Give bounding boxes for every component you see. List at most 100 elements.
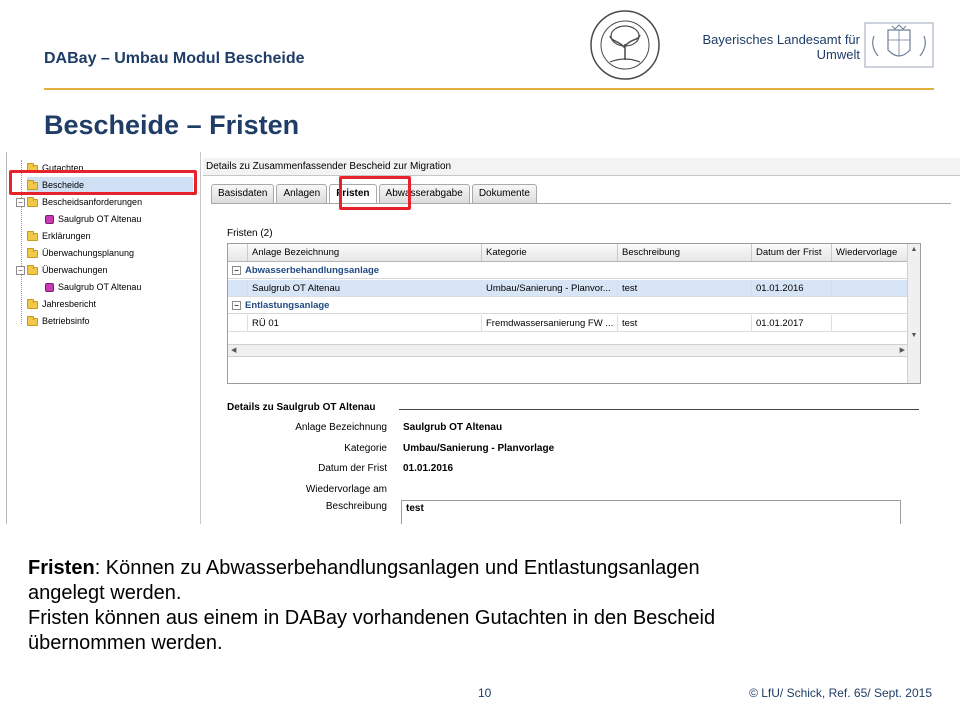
row-spacer <box>228 315 248 331</box>
copyright: © LfU/ Schick, Ref. 65/ Sept. 2015 <box>749 686 932 700</box>
body-line-3: Fristen können aus einem in DABay vorhan… <box>28 607 716 629</box>
tree-item-saulgrub-ueberwachung[interactable]: Saulgrub OT Altenau <box>45 279 141 296</box>
tab-dokumente[interactable]: Dokumente <box>471 184 537 203</box>
tree-item-label: Überwachungen <box>42 265 108 275</box>
value-anlage-bezeichnung: Saulgrub OT Altenau <box>403 422 503 433</box>
organization-name: Bayerisches Landesamt für Umwelt <box>660 32 860 62</box>
column-header-wiedervorlage[interactable]: Wiedervorlage <box>832 244 908 261</box>
header-divider <box>44 88 934 90</box>
body-line-1: Fristen: Können zu Abwasserbehandlungsan… <box>28 556 928 581</box>
fristen-count-label: Fristen (2) <box>227 228 273 239</box>
tree-item-saulgrub-anforderung[interactable]: Saulgrub OT Altenau <box>45 211 141 228</box>
label-anlage-bezeichnung: Anlage Bezeichnung <box>295 422 387 433</box>
details-divider <box>399 409 919 410</box>
cell-kategorie: Fremdwassersanierung FW ... <box>482 315 618 331</box>
facility-icon <box>45 215 54 224</box>
tab-divider <box>211 203 951 204</box>
group-label: Entlastungsanlage <box>245 299 330 311</box>
value-kategorie: Umbau/Sanierung - Planvorlage <box>403 443 555 454</box>
tree-item-label: Erklärungen <box>42 231 91 241</box>
tree-item-label: Saulgrub OT Altenau <box>58 282 142 292</box>
header-spacer <box>228 244 248 261</box>
highlight-box-fristen-tab <box>339 176 411 210</box>
collapse-toggle-icon[interactable]: − <box>232 266 241 275</box>
cell-kategorie: Umbau/Sanierung - Planvor... <box>482 280 618 296</box>
folder-icon <box>27 298 38 309</box>
scroll-right-icon[interactable]: ▶ <box>900 346 905 354</box>
details-section-header: Details zu Saulgrub OT Altenau <box>227 402 376 413</box>
cell-datum: 01.01.2016 <box>752 280 832 296</box>
tree-item-erklaerungen[interactable]: Erklärungen <box>27 228 91 245</box>
cell-anlage: Saulgrub OT Altenau <box>248 280 482 296</box>
folder-icon <box>27 264 38 275</box>
app-screenshot: Gutachten Bescheide − Bescheidsanforderu… <box>6 152 960 524</box>
coat-of-arms-icon <box>864 22 934 68</box>
org-name-line2: Umwelt <box>816 47 860 62</box>
fristen-table: Anlage Bezeichnung Kategorie Beschreibun… <box>227 243 921 384</box>
cell-anlage: RÜ 01 <box>248 315 482 331</box>
group-row-abwasserbehandlungsanlage[interactable]: − Abwasserbehandlungsanlage <box>228 263 908 279</box>
cell-wiedervorlage <box>832 315 908 331</box>
label-wiedervorlage: Wiedervorlage am <box>305 484 387 495</box>
slide-subtitle: DABay – Umbau Modul Bescheide <box>44 50 305 67</box>
label-kategorie: Kategorie <box>344 443 387 454</box>
cell-beschreibung: test <box>618 315 752 331</box>
table-row[interactable]: Saulgrub OT Altenau Umbau/Sanierung - Pl… <box>228 280 908 297</box>
tree-item-ueberwachungsplanung[interactable]: Überwachungsplanung <box>27 245 134 262</box>
group-row-entlastungsanlage[interactable]: − Entlastungsanlage <box>228 298 908 314</box>
column-header-datum[interactable]: Datum der Frist <box>752 244 832 261</box>
cell-beschreibung: test <box>618 280 752 296</box>
row-spacer <box>228 280 248 296</box>
scroll-up-icon[interactable]: ▲ <box>908 246 920 253</box>
folder-icon <box>27 230 38 241</box>
tab-anlagen[interactable]: Anlagen <box>276 184 328 203</box>
vertical-scrollbar[interactable]: ▲ ▼ <box>907 244 920 383</box>
tree-item-label: Betriebsinfo <box>42 316 90 326</box>
value-datum-der-frist: 01.01.2016 <box>403 463 454 474</box>
navigation-tree: Gutachten Bescheide − Bescheidsanforderu… <box>7 152 201 524</box>
table-row[interactable]: RÜ 01 Fremdwassersanierung FW ... test 0… <box>228 315 908 332</box>
tree-item-label: Bescheidsanforderungen <box>42 197 143 207</box>
ministry-seal-icon <box>590 10 660 80</box>
page-number: 10 <box>478 686 492 700</box>
body-line-2: angelegt werden. <box>28 582 182 604</box>
group-label: Abwasserbehandlungsanlage <box>245 264 380 276</box>
beschreibung-textarea[interactable]: test <box>401 500 901 524</box>
collapse-toggle-icon[interactable]: − <box>16 198 25 207</box>
tree-item-label: Überwachungsplanung <box>42 248 135 258</box>
table-header: Anlage Bezeichnung Kategorie Beschreibun… <box>228 244 908 262</box>
tree-item-jahresbericht[interactable]: Jahresbericht <box>27 296 96 313</box>
tree-item-bescheidsanforderungen[interactable]: − Bescheidsanforderungen <box>16 194 142 211</box>
detail-panel: Details zu Zusammenfassender Bescheid zu… <box>203 152 960 524</box>
tab-basisdaten[interactable]: Basisdaten <box>211 184 275 203</box>
body-line-4: übernommen werden. <box>28 632 223 654</box>
tree-item-label: Saulgrub OT Altenau <box>58 214 142 224</box>
column-header-beschreibung[interactable]: Beschreibung <box>618 244 752 261</box>
horizontal-scrollbar[interactable]: ◀ ▶ <box>228 344 908 357</box>
collapse-toggle-icon[interactable]: − <box>16 266 25 275</box>
label-beschreibung: Beschreibung <box>325 501 387 512</box>
folder-icon <box>27 196 38 207</box>
scroll-left-icon[interactable]: ◀ <box>231 346 236 354</box>
collapse-toggle-icon[interactable]: − <box>232 301 241 310</box>
slide-body-text: Fristen: Können zu Abwasserbehandlungsan… <box>28 556 928 656</box>
body-bold-lead: Fristen <box>28 557 95 579</box>
slide-header: DABay – Umbau Modul Bescheide Bayerische… <box>0 0 960 92</box>
page-title: Bescheide – Fristen <box>44 110 300 140</box>
column-header-kategorie[interactable]: Kategorie <box>482 244 618 261</box>
facility-icon <box>45 283 54 292</box>
org-name-line1: Bayerisches Landesamt für <box>702 32 860 47</box>
cell-wiedervorlage <box>832 280 908 296</box>
label-datum-der-frist: Datum der Frist <box>318 463 387 474</box>
cell-datum: 01.01.2017 <box>752 315 832 331</box>
folder-icon <box>27 315 38 326</box>
panel-title: Details zu Zusammenfassender Bescheid zu… <box>203 158 960 176</box>
highlight-box-bescheide <box>9 170 197 195</box>
column-header-anlage[interactable]: Anlage Bezeichnung <box>248 244 482 261</box>
folder-icon <box>27 247 38 258</box>
body-line-1-rest: : Können zu Abwasserbehandlungsanlagen u… <box>94 557 700 579</box>
tree-item-betriebsinfo[interactable]: Betriebsinfo <box>27 313 90 330</box>
tree-item-ueberwachungen[interactable]: − Überwachungen <box>16 262 108 279</box>
scroll-down-icon[interactable]: ▼ <box>908 332 920 339</box>
tree-item-label: Jahresbericht <box>42 299 97 309</box>
